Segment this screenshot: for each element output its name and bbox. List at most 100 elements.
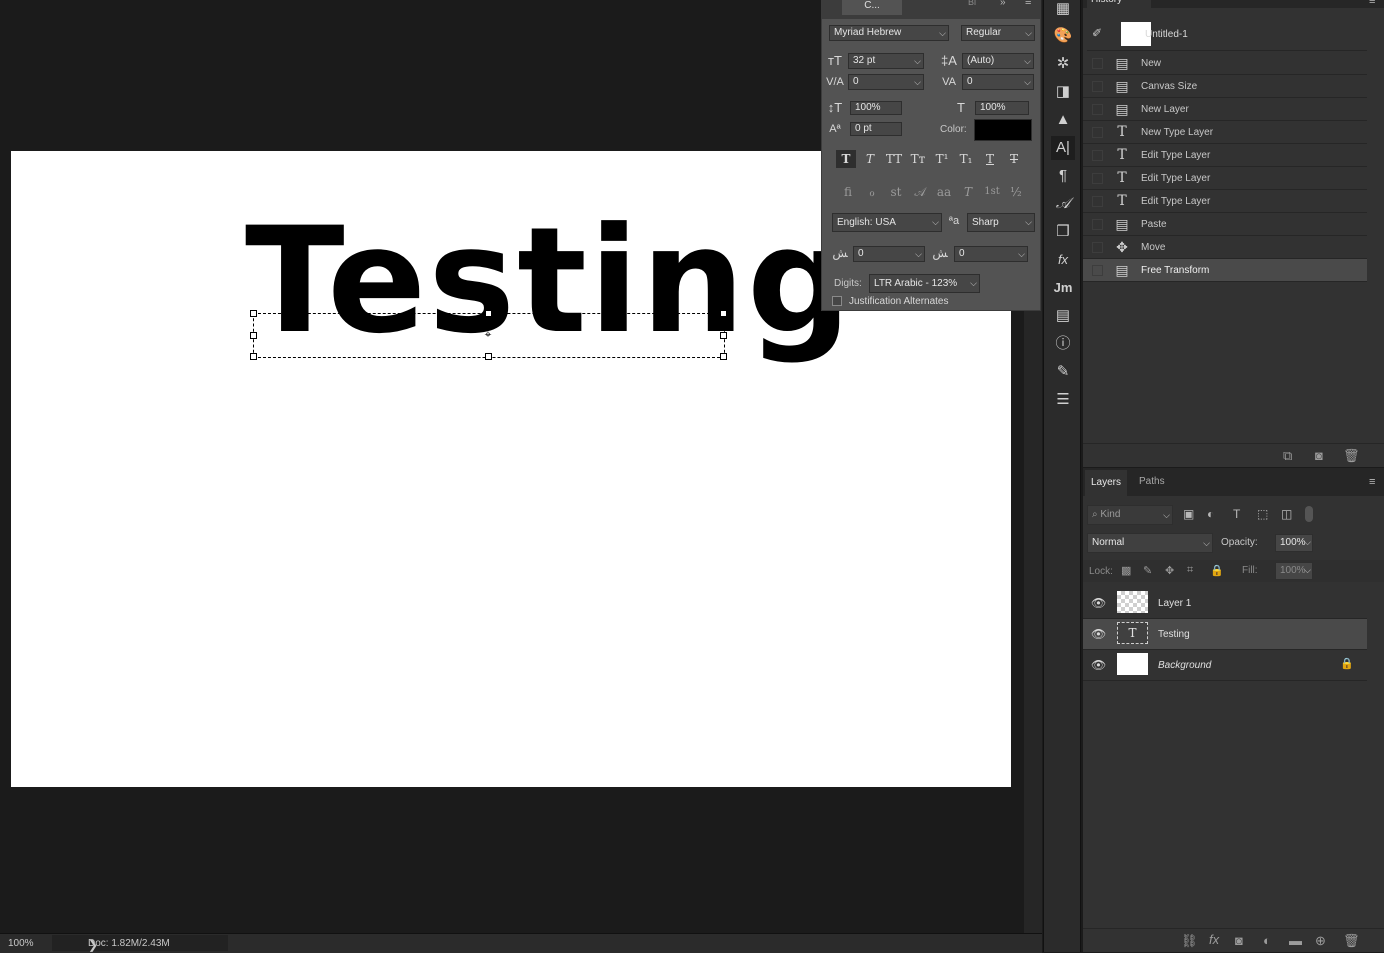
- discretionary-ligatures-button[interactable]: st: [886, 183, 906, 201]
- antialias-select[interactable]: Sharp ⌵: [967, 213, 1035, 232]
- history-source-checkbox[interactable]: [1092, 265, 1103, 276]
- history-source-checkbox[interactable]: [1092, 104, 1103, 115]
- transform-handle[interactable]: [250, 310, 257, 317]
- glyphs-icon[interactable]: 𝒜: [1051, 192, 1075, 216]
- horizontal-scale-field[interactable]: 100%: [975, 101, 1029, 115]
- brush-icon[interactable]: ✎: [1051, 360, 1075, 384]
- history-item[interactable]: T New Type Layer: [1083, 121, 1367, 144]
- collapse-icon[interactable]: »: [1000, 0, 1006, 8]
- doc-size[interactable]: Doc: 1.82M/2.43M ❯: [52, 935, 228, 952]
- adjustment-layer-icon[interactable]: ◐: [1263, 933, 1271, 948]
- faux-bold-button[interactable]: T: [836, 150, 856, 168]
- filter-adjustment-icon[interactable]: ◐: [1207, 507, 1214, 521]
- blend-mode-select[interactable]: Normal ⌵: [1087, 533, 1213, 553]
- arabic-right-select[interactable]: 0 ⌵: [954, 246, 1028, 262]
- kerning-select[interactable]: 0 ⌵: [848, 74, 924, 90]
- history-item[interactable]: ▤ Paste: [1083, 213, 1367, 236]
- lock-image-icon[interactable]: ✎: [1143, 564, 1152, 577]
- history-source-checkbox[interactable]: [1092, 196, 1103, 207]
- baseline-shift-field[interactable]: 0 pt: [850, 122, 902, 136]
- history-item[interactable]: ▤ New: [1083, 52, 1367, 75]
- info-icon[interactable]: ⓘ: [1051, 332, 1075, 356]
- stylistic-alternates-button[interactable]: aa: [934, 183, 954, 201]
- transform-handle[interactable]: [720, 332, 727, 339]
- history-item[interactable]: ▤ Free Transform: [1083, 259, 1367, 282]
- underline-button[interactable]: T: [980, 150, 1000, 168]
- layer-row[interactable]: 👁 T Testing: [1083, 619, 1367, 650]
- faux-italic-button[interactable]: T: [860, 150, 880, 168]
- font-family-select[interactable]: Myriad Hebrew ⌵: [829, 25, 949, 41]
- new-document-from-state-icon[interactable]: ⧉: [1283, 448, 1292, 464]
- history-item[interactable]: ✥ Move: [1083, 236, 1367, 259]
- zoom-level[interactable]: 100%: [8, 938, 34, 949]
- adjust-icon[interactable]: ☰: [1051, 388, 1075, 412]
- filter-type-icon[interactable]: T: [1233, 507, 1240, 521]
- titling-alternates-button[interactable]: T: [958, 183, 978, 201]
- vertical-scale-field[interactable]: 100%: [850, 101, 902, 115]
- grid-icon[interactable]: ▦: [1051, 0, 1075, 21]
- tab-layers[interactable]: Layers: [1085, 470, 1127, 496]
- history-source-checkbox[interactable]: [1092, 219, 1103, 230]
- history-source-checkbox[interactable]: [1092, 81, 1103, 92]
- history-item[interactable]: T Edit Type Layer: [1083, 190, 1367, 213]
- transform-handle[interactable]: [485, 310, 492, 317]
- layer-row[interactable]: 👁 Layer 1: [1083, 588, 1367, 619]
- visibility-eye-icon[interactable]: 👁: [1091, 627, 1106, 641]
- tracking-select[interactable]: 0 ⌵: [962, 74, 1034, 90]
- add-mask-icon[interactable]: ◙: [1235, 933, 1243, 948]
- ordinals-button[interactable]: 1st: [982, 183, 1002, 201]
- group-folder-icon[interactable]: ▬: [1289, 933, 1302, 948]
- filter-toggle[interactable]: [1305, 506, 1313, 522]
- history-item[interactable]: T Edit Type Layer: [1083, 167, 1367, 190]
- link-layers-icon[interactable]: ⛓: [1181, 933, 1198, 949]
- language-select[interactable]: English: USA ⌵: [832, 213, 942, 232]
- history-source-checkbox[interactable]: [1092, 150, 1103, 161]
- old-style-button[interactable]: ℴ: [862, 183, 882, 201]
- history-item[interactable]: T Edit Type Layer: [1083, 144, 1367, 167]
- history-item[interactable]: ▤ Canvas Size: [1083, 75, 1367, 98]
- transform-handle[interactable]: [720, 353, 727, 360]
- type-shape-icon[interactable]: ▲: [1051, 108, 1075, 132]
- history-snapshot[interactable]: ✐ Untitled-1: [1087, 18, 1367, 51]
- fractions-button[interactable]: ½: [1006, 183, 1026, 201]
- reference-point-icon[interactable]: ⌖: [482, 328, 494, 340]
- tab-paths[interactable]: Paths: [1139, 476, 1165, 487]
- wheel-icon[interactable]: ✲: [1051, 52, 1075, 76]
- camera-icon[interactable]: ◙: [1315, 448, 1323, 463]
- font-size-select[interactable]: 32 pt ⌵: [848, 53, 924, 69]
- small-caps-button[interactable]: Tт: [908, 150, 928, 168]
- visibility-eye-icon[interactable]: 👁: [1091, 658, 1106, 672]
- filter-pixel-icon[interactable]: ▣: [1183, 507, 1194, 521]
- lock-position-icon[interactable]: ✥: [1165, 564, 1174, 577]
- tab-other[interactable]: Bl: [968, 0, 976, 7]
- status-menu-arrow-icon[interactable]: ❯: [88, 938, 224, 952]
- tab-history[interactable]: History: [1087, 0, 1151, 8]
- font-style-select[interactable]: Regular ⌵: [961, 25, 1035, 41]
- filter-smart-object-icon[interactable]: ◫: [1281, 507, 1292, 521]
- strikethrough-button[interactable]: T: [1004, 150, 1024, 168]
- 3d-icon[interactable]: ❒: [1051, 220, 1075, 244]
- leading-select[interactable]: (Auto) ⌵: [962, 53, 1034, 69]
- lock-artboard-icon[interactable]: ⌗: [1187, 564, 1193, 577]
- panel-menu-icon[interactable]: ≡: [1369, 0, 1375, 7]
- justification-checkbox[interactable]: [832, 296, 842, 306]
- subscript-button[interactable]: T₁: [956, 150, 976, 168]
- lock-all-icon[interactable]: 🔒: [1210, 564, 1224, 577]
- text-color-swatch[interactable]: [974, 119, 1032, 141]
- trash-icon[interactable]: 🗑: [1343, 448, 1360, 464]
- fx-icon[interactable]: fx: [1209, 932, 1219, 947]
- transform-handle[interactable]: [485, 353, 492, 360]
- history-source-checkbox[interactable]: [1092, 242, 1103, 253]
- new-layer-icon[interactable]: ⊕: [1315, 933, 1326, 949]
- notes-icon[interactable]: ▤: [1051, 304, 1075, 328]
- transform-handle[interactable]: [720, 310, 727, 317]
- all-caps-button[interactable]: TT: [884, 150, 904, 168]
- fill-dropdown[interactable]: ⌵: [1297, 562, 1313, 580]
- opacity-dropdown[interactable]: ⌵: [1297, 534, 1313, 552]
- history-brush-icon[interactable]: ✐: [1092, 26, 1102, 40]
- panel-menu-icon[interactable]: ≡: [1369, 476, 1375, 488]
- sharpen-icon[interactable]: ◨: [1051, 80, 1075, 104]
- panel-menu-icon[interactable]: ≡: [1025, 0, 1031, 8]
- ligatures-button[interactable]: ﬁ: [838, 183, 858, 201]
- transform-handle[interactable]: [250, 332, 257, 339]
